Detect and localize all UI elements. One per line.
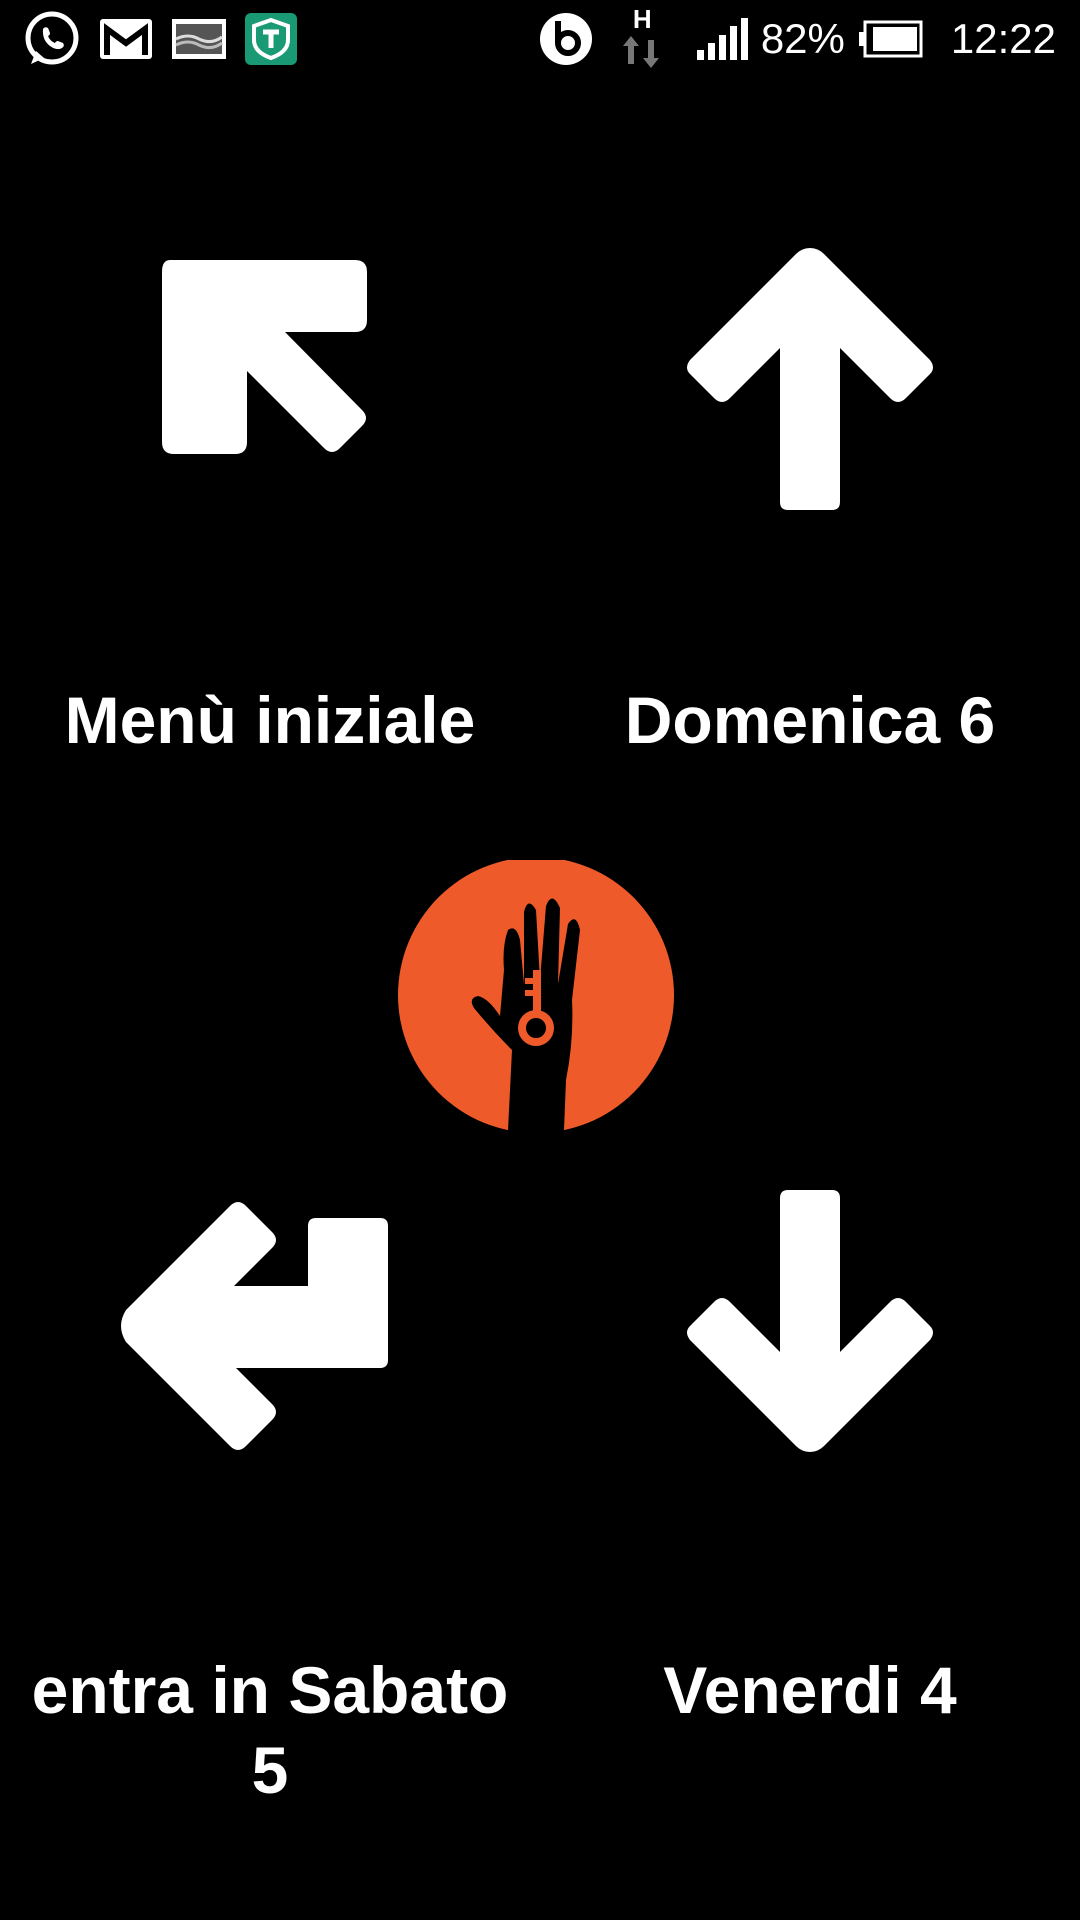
arrow-up-left-icon — [162, 260, 367, 454]
hand-key-logo-icon — [396, 857, 676, 1133]
clock: 12:22 — [950, 15, 1056, 62]
previous-day-label[interactable]: Venerdi 4 — [560, 1650, 1060, 1730]
home-menu-label[interactable]: Menù iniziale — [20, 680, 520, 760]
arrow-down-icon — [687, 1190, 933, 1452]
gmail-icon — [98, 15, 154, 63]
notification-icons — [22, 8, 298, 70]
enter-day-label-line1: entra in Sabato — [31, 1653, 509, 1727]
app-shield-icon — [244, 12, 298, 66]
arrow-enter-icon — [121, 1202, 388, 1450]
status-bar: H 82% 12:22 — [0, 0, 1080, 78]
signal-icon — [695, 16, 751, 62]
next-day-label[interactable]: Domenica 6 — [560, 680, 1060, 760]
beats-icon — [539, 12, 593, 66]
gallery-icon — [170, 17, 228, 61]
enter-day-label-line2: 5 — [251, 1733, 289, 1807]
arrow-up-icon — [687, 248, 933, 510]
whatsapp-icon — [22, 9, 82, 69]
system-status: H 82% 12:22 — [539, 4, 1056, 70]
hspa-data-icon: H — [621, 4, 667, 70]
enter-day-label[interactable]: entra in Sabato 5 — [20, 1650, 520, 1810]
battery-icon — [857, 20, 923, 58]
network-type: H — [632, 4, 652, 34]
battery-percent: 82% — [760, 15, 845, 62]
